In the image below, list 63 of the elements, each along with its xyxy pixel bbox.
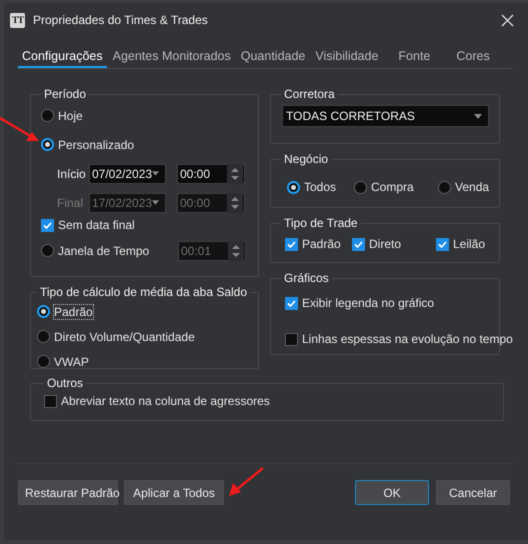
radio-label: Padrão	[54, 304, 93, 318]
group-title: Outros	[46, 376, 84, 390]
radio-button[interactable]	[37, 305, 50, 318]
checkbox[interactable]	[352, 238, 365, 250]
radio-label: Personalizado	[58, 138, 134, 152]
checkbox[interactable]	[285, 332, 298, 346]
spinner-icon[interactable]	[227, 192, 243, 212]
dialog-button[interactable]: Aplicar a Todos	[124, 480, 224, 505]
radio-button[interactable]	[37, 330, 50, 343]
radio-label: Janela de Tempo	[58, 244, 150, 258]
radio-label: Hoje	[58, 108, 83, 122]
group-title: Período	[43, 87, 88, 101]
field-label: Início	[57, 166, 87, 180]
caret-icon	[152, 200, 159, 205]
checkbox[interactable]	[436, 238, 449, 250]
dialog-button[interactable]: OK	[355, 480, 429, 505]
group-title: Gráficos	[283, 271, 330, 285]
spinner-icon[interactable]	[227, 164, 243, 184]
group-title: Tipo de cálculo de média da aba Saldo	[39, 285, 248, 299]
radio-button[interactable]	[41, 138, 54, 151]
time-field[interactable]: 00:00	[177, 164, 245, 184]
checkbox[interactable]	[41, 218, 54, 232]
tab[interactable]: Agentes Monitorados	[108, 47, 235, 68]
annotation-arrow	[0, 116, 39, 141]
tab[interactable]: Fonte	[394, 47, 434, 68]
tab[interactable]: Visibilidade	[311, 47, 382, 68]
checkbox-label: Sem data final	[58, 218, 135, 232]
group-title: Negócio	[283, 152, 330, 166]
field-label: Final	[57, 196, 84, 210]
radio-label: Direto Volume/Quantidade	[54, 330, 195, 344]
radio-button[interactable]	[354, 180, 367, 194]
radio-label: VWAP	[54, 354, 89, 368]
checkbox-label: Linhas espessas na evolução no tempo	[302, 332, 513, 346]
checkbox[interactable]	[44, 394, 57, 408]
checkbox-label: Leilão	[453, 237, 486, 251]
close-icon[interactable]	[501, 14, 514, 26]
date-field[interactable]: 07/02/2023	[89, 164, 166, 184]
radio-button[interactable]	[41, 109, 54, 122]
broker-dropdown[interactable]: TODAS CORRETORAS	[282, 105, 489, 127]
radio-label: Todos	[304, 180, 336, 194]
window-title: Propriedades do Times & Trades	[33, 13, 208, 27]
radio-button[interactable]	[37, 355, 50, 368]
checkbox[interactable]	[285, 238, 298, 250]
app-logo: TT	[10, 12, 25, 28]
annotation-arrow	[229, 467, 264, 496]
checkbox-label: Abreviar texto na coluna de agressores	[61, 394, 270, 408]
group-title: Corretora	[283, 87, 336, 101]
tab[interactable]: Configurações	[18, 47, 107, 68]
tab[interactable]: Cores	[452, 47, 494, 68]
checkbox[interactable]	[285, 296, 298, 310]
caret-icon	[474, 114, 482, 118]
radio-label: Venda	[455, 180, 490, 194]
radio-button[interactable]	[287, 180, 300, 194]
dialog-button[interactable]: Cancelar	[436, 480, 510, 505]
tab[interactable]: Quantidade	[236, 47, 310, 68]
dialog-button[interactable]: Restaurar Padrão	[18, 480, 118, 505]
checkbox-label: Padrão	[302, 237, 341, 251]
group-title: Tipo de Trade	[283, 216, 359, 230]
radio-button[interactable]	[438, 180, 451, 194]
radio-label: Compra	[371, 180, 414, 194]
checkbox-label: Direto	[369, 237, 402, 251]
caret-icon	[152, 171, 159, 176]
checkbox-label: Exibir legenda no gráfico	[302, 296, 434, 310]
